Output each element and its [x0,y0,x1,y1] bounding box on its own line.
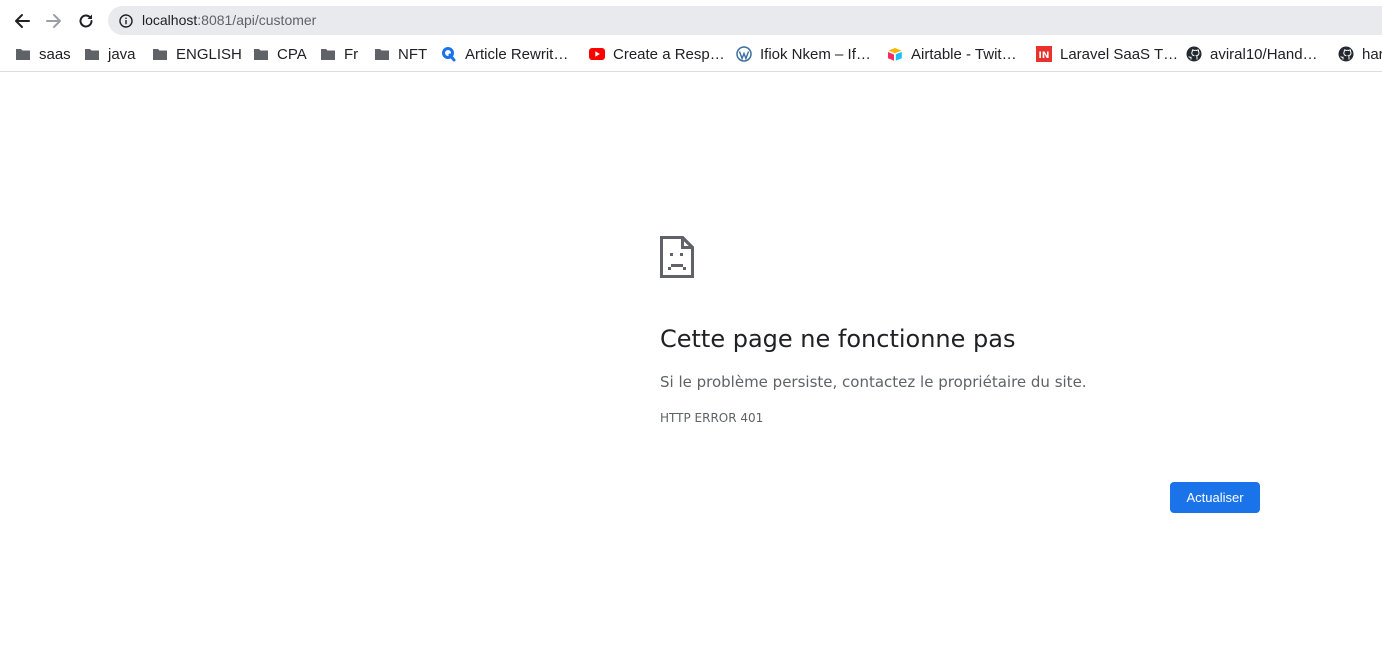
forward-button[interactable] [41,8,67,34]
bookmark-label: aviral10/Hand… [1210,45,1318,63]
article-rewriter-icon [441,46,457,62]
bookmark-ifiok-nkem[interactable]: Ifiok Nkem – If… [736,44,871,64]
bookmark-label: saas [39,45,71,63]
url-host: localhost [142,12,198,28]
laravel-icon: IN [1036,46,1052,62]
arrow-right-icon [46,14,61,28]
github-icon [1338,46,1354,62]
sad-page-icon [660,236,694,278]
bookmark-laravel-saas[interactable]: IN Laravel SaaS T… [1036,44,1178,64]
github-icon [1186,46,1202,62]
bookmark-article-rewriter[interactable]: Article Rewrit… [441,44,568,64]
address-bar[interactable]: localhost:8081/api/customer [108,6,1382,35]
url-path: :8081/api/customer [197,12,317,28]
bookmark-create-a-resp[interactable]: Create a Resp… [589,44,725,64]
folder-icon [152,46,168,62]
browser-toolbar: localhost:8081/api/customer [0,0,1382,38]
bookmark-label: ENGLISH [176,45,242,63]
bookmark-folder-fr[interactable]: Fr [320,44,358,64]
error-message: Si le problème persiste, contactez le pr… [660,373,1087,391]
reload-toolbar-button[interactable] [73,8,99,34]
reload-button[interactable]: Actualiser [1170,482,1260,513]
wordpress-icon [736,46,752,62]
bookmark-folder-java[interactable]: java [84,44,136,64]
svg-text:IN: IN [1039,51,1050,61]
bookmark-label: Article Rewrit… [465,45,569,63]
bookmarks-bar: saas java ENGLISH CPA Fr NFT Article Rew… [0,40,1382,70]
arrow-left-icon [15,14,30,28]
bookmark-label: Laravel SaaS T… [1060,45,1179,63]
toolbar-top-border [0,0,1382,4]
back-button[interactable] [9,8,35,34]
bookmark-label: Create a Resp… [613,45,725,63]
bookmark-folder-saas[interactable]: saas [15,44,71,64]
bookmark-folder-nft[interactable]: NFT [374,44,427,64]
toolbar-divider [0,71,1382,72]
url-text[interactable]: localhost:8081/api/customer [142,12,316,29]
folder-icon [84,46,100,62]
folder-icon [374,46,390,62]
bookmark-label: Fr [344,45,359,63]
folder-icon [15,46,31,62]
folder-icon [320,46,336,62]
error-title: Cette page ne fonctionne pas [660,325,1016,353]
error-code: HTTP ERROR 401 [660,411,764,425]
bookmark-airtable[interactable]: Airtable - Twit… [887,44,1017,64]
bookmark-label: java [108,45,136,63]
youtube-icon [589,46,605,62]
bookmark-har[interactable]: har [1338,44,1382,64]
bookmark-label: Ifiok Nkem – If… [760,45,871,63]
info-icon[interactable] [119,14,133,28]
bookmark-label: har [1362,45,1382,63]
bookmark-label: NFT [398,45,428,63]
folder-icon [253,46,269,62]
bookmark-folder-cpa[interactable]: CPA [253,44,307,64]
bookmark-label: Airtable - Twit… [911,45,1017,63]
bookmark-aviral10-hand[interactable]: aviral10/Hand… [1186,44,1318,64]
refresh-icon [79,14,93,28]
bookmark-folder-english[interactable]: ENGLISH [152,44,242,64]
bookmark-label: CPA [277,45,307,63]
airtable-icon [887,46,903,62]
